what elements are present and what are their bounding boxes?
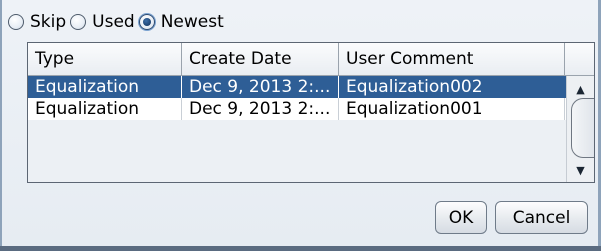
cell-create-date[interactable]: Dec 9, 2013 2:... <box>182 76 339 98</box>
table-header: Type Create Date User Comment <box>28 43 594 76</box>
radio-used-icon[interactable] <box>70 14 87 30</box>
table-row[interactable]: Equalization Dec 9, 2013 2:... Equalizat… <box>28 98 566 120</box>
window-bottom-edge <box>0 246 601 251</box>
scroll-up-icon[interactable]: ▲ <box>567 79 594 99</box>
window-left-edge <box>0 0 2 251</box>
cell-user-comment[interactable]: Equalization002 <box>339 76 565 98</box>
cell-user-comment[interactable]: Equalization001 <box>339 98 565 120</box>
cell-create-date[interactable]: Dec 9, 2013 2:... <box>182 98 339 120</box>
radio-selected-dot-icon <box>142 18 151 26</box>
column-header-create-date[interactable]: Create Date <box>182 43 339 75</box>
column-header-type[interactable]: Type <box>28 43 182 75</box>
radio-newest[interactable]: Newest <box>137 12 224 32</box>
radio-used[interactable]: Used <box>68 12 135 32</box>
column-header-user-comment[interactable]: User Comment <box>339 43 565 75</box>
radio-newest-label[interactable]: Newest <box>161 12 224 32</box>
cell-type[interactable]: Equalization <box>28 76 182 98</box>
cancel-button[interactable]: Cancel <box>495 201 588 234</box>
radio-skip-label[interactable]: Skip <box>30 12 66 32</box>
data-table: Type Create Date User Comment Equalizati… <box>27 42 595 183</box>
radio-skip-icon[interactable] <box>8 14 24 30</box>
vertical-scrollbar[interactable]: ▲ ▼ <box>566 76 594 182</box>
radio-group: Skip Used Newest <box>6 10 226 34</box>
table-row[interactable]: Equalization Dec 9, 2013 2:... Equalizat… <box>28 76 566 98</box>
radio-newest-icon[interactable] <box>138 14 155 30</box>
scroll-thumb[interactable] <box>571 98 594 158</box>
cell-type[interactable]: Equalization <box>28 98 182 120</box>
radio-skip[interactable]: Skip <box>6 12 66 32</box>
dialog-window: Skip Used Newest Type Create Date User C… <box>0 0 601 251</box>
table-body: Equalization Dec 9, 2013 2:... Equalizat… <box>28 76 566 182</box>
radio-used-label[interactable]: Used <box>92 12 135 32</box>
column-header-corner <box>565 43 594 75</box>
scroll-down-icon[interactable]: ▼ <box>567 160 594 180</box>
ok-button[interactable]: OK <box>435 201 487 234</box>
